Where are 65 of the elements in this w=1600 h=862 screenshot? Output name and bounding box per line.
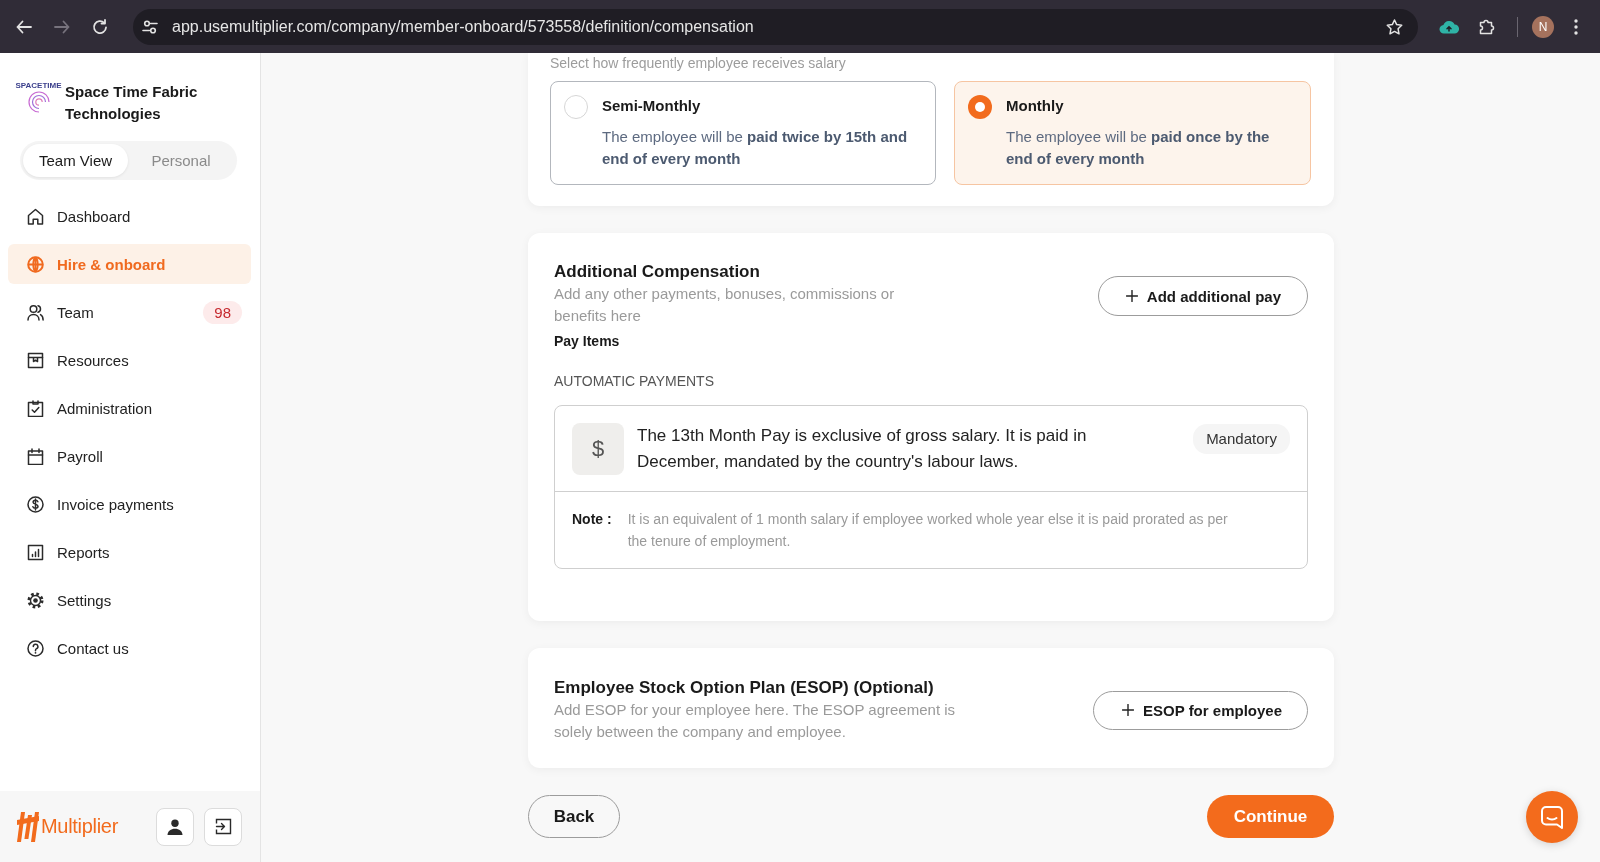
- hint-text: Select how frequently employee receives salary: [550, 55, 847, 71]
- person-icon: [167, 818, 183, 835]
- radio-icon: [968, 95, 992, 119]
- back-button[interactable]: Back: [528, 795, 620, 838]
- section-title: Additional Compensation: [554, 261, 761, 283]
- puzzle-icon: [1478, 18, 1496, 35]
- section-title: Employee Stock Option Plan (ESOP) (Optional): [554, 677, 935, 699]
- mandatory-tag: Mandatory: [1193, 424, 1290, 454]
- forward-arrow-icon: [54, 18, 70, 35]
- back-arrow-icon: [16, 18, 32, 35]
- star-icon: [1385, 18, 1403, 35]
- nav-item[interactable]: Invoice payments: [8, 484, 251, 524]
- people-icon: [27, 303, 44, 321]
- logout-button[interactable]: [204, 807, 242, 846]
- frequency-option-card[interactable]: Semi-Monthly The employee will be paid twice by 15th and end of every month: [550, 81, 936, 185]
- archive-box-icon: [27, 351, 44, 369]
- chat-bubble-icon: [1541, 805, 1563, 829]
- brand-name: Multiplier: [41, 815, 119, 838]
- plus-icon: [1125, 290, 1138, 302]
- profile-button[interactable]: [156, 807, 194, 846]
- nav-item[interactable]: Team 98: [8, 292, 251, 332]
- nav-item[interactable]: Reports: [8, 532, 251, 572]
- calendar-icon: [27, 447, 44, 465]
- cloud-icon: [1439, 19, 1459, 34]
- note-label: Note :: [572, 510, 612, 529]
- option-description: The employee will be paid twice by 15th and end of every month: [602, 127, 909, 169]
- home-icon: [27, 207, 44, 225]
- automatic-payments-label: AUTOMATIC PAYMENTS: [554, 372, 715, 391]
- bar-chart-icon: [27, 543, 44, 561]
- nav-item[interactable]: Administration: [8, 388, 251, 428]
- nav-item[interactable]: Payroll: [8, 436, 251, 476]
- clipboard-check-icon: [27, 399, 44, 417]
- frequency-option-card[interactable]: Monthly The employee will be paid once by the end of every month: [954, 81, 1311, 185]
- url-text: app.usemultiplier.com/company/member-onboard/573558/definition/compensation: [172, 17, 755, 36]
- sliders-icon: [142, 18, 158, 35]
- note-text: It is an equivalent of 1 month salary if employee worked whole year else it is paid prorated as per the tenure of employment.: [627, 510, 1228, 551]
- logo-wordmark: SPACETIME: [15, 81, 62, 90]
- help-circle-icon: [27, 639, 44, 657]
- profile-avatar[interactable]: N: [1532, 15, 1554, 38]
- plus-icon: [1122, 704, 1135, 716]
- option-title: Monthly: [1006, 96, 1065, 116]
- option-description: The employee will be paid once by the end of every month: [1006, 127, 1271, 169]
- concentric-arcs-icon: [26, 91, 51, 113]
- dollar-circle-icon: [27, 495, 44, 513]
- exit-icon: [214, 818, 232, 835]
- section-description: Add any other payments, bonuses, commissions or benefits here: [554, 284, 896, 326]
- pay-items-label: Pay Items: [554, 332, 621, 351]
- reload-icon: [92, 18, 108, 35]
- dollar-icon: $: [572, 423, 624, 475]
- nav-item[interactable]: Settings: [8, 580, 251, 620]
- view-tab[interactable]: Team View: [23, 144, 129, 177]
- address-bar[interactable]: app.usemultiplier.com/company/member-onboard/573558/definition/compensation: [133, 8, 1418, 45]
- globe-icon: [27, 255, 44, 273]
- section-description: Add ESOP for your employee here. The ESOP agreement is solely between the company and employee.: [554, 700, 957, 742]
- count-badge: 98: [203, 300, 242, 324]
- option-title: Semi-Monthly: [602, 96, 702, 116]
- pay-item-description: The 13th Month Pay is exclusive of gross salary. It is paid in December, mandated by the country's labour laws.: [637, 425, 1088, 473]
- nav-item[interactable]: Contact us: [8, 628, 251, 668]
- nav-item[interactable]: Dashboard: [8, 196, 251, 236]
- gear-icon: [27, 591, 44, 609]
- radio-icon: [564, 95, 588, 119]
- company-name: Space Time Fabric Technologies: [65, 82, 199, 124]
- nav-item[interactable]: Resources: [8, 340, 251, 380]
- more-vertical-icon: [1574, 18, 1578, 35]
- brand-logo-icon: [16, 810, 40, 843]
